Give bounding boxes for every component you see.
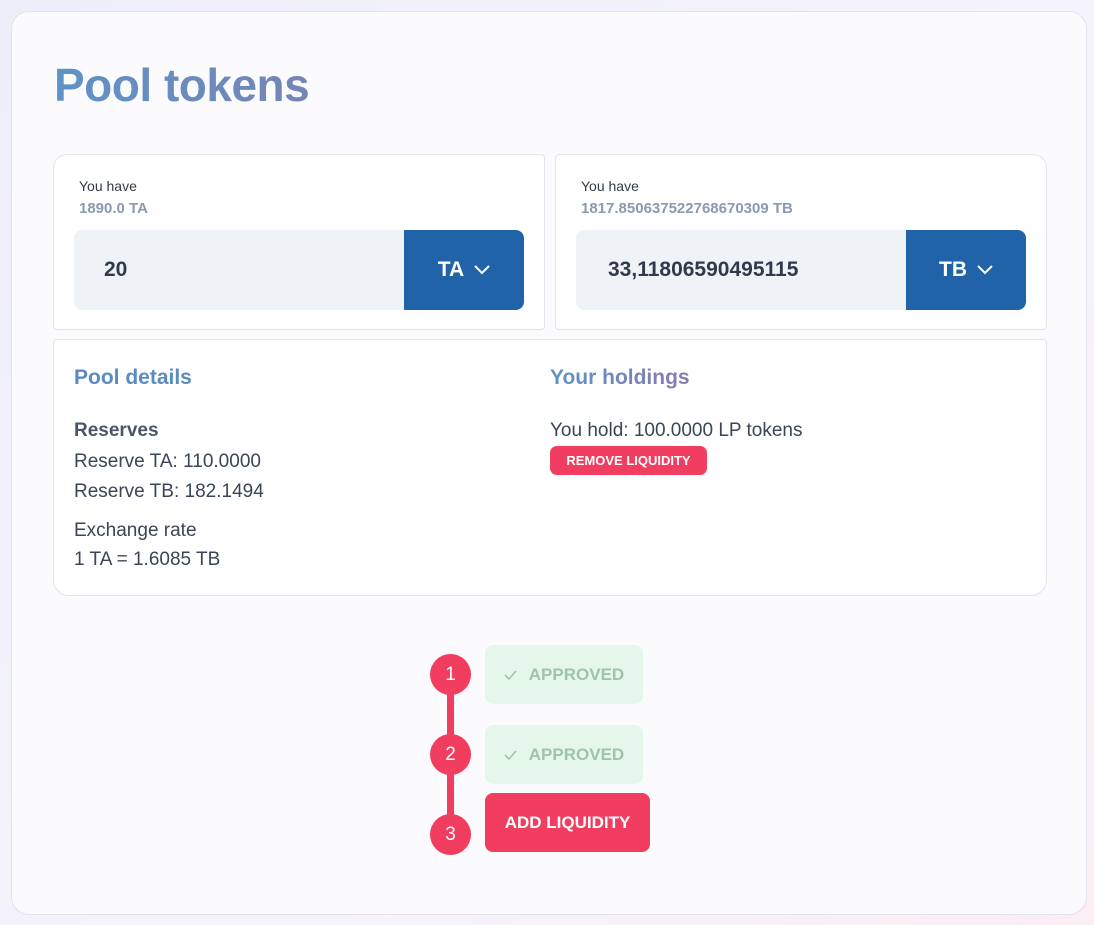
token-a-select-label: TA [437, 258, 465, 281]
check-icon [504, 670, 517, 680]
token-b-balance: 1817.850637522768670309 TB [581, 200, 793, 217]
page-title: Pool tokens [54, 59, 310, 111]
token-a-have-label: You have [79, 178, 137, 194]
token-b-have-label: You have [581, 178, 639, 194]
step-2-label: APPROVED [528, 744, 625, 764]
token-a-balance: 1890.0 TA [79, 200, 148, 217]
token-b-select-button[interactable]: TB [906, 230, 1026, 310]
token-a-select-button[interactable]: TA [404, 230, 524, 310]
step-2-badge: 2 [430, 734, 471, 775]
step-2-approved-button: APPROVED [485, 725, 643, 784]
token-b-amount-input[interactable] [576, 230, 906, 310]
pool-details-title: Pool details [74, 366, 192, 389]
reserves-heading: Reserves [74, 420, 159, 441]
holdings-title: Your holdings [550, 366, 690, 389]
reserve-tb: Reserve TB: 182.1494 [74, 481, 264, 502]
token-b-field: TB [576, 230, 1026, 310]
token-a-amount-input[interactable] [74, 230, 404, 310]
exchange-rate-heading: Exchange rate [74, 520, 197, 541]
check-icon [504, 750, 517, 760]
token-b-panel: You have 1817.850637522768670309 TB TB [555, 154, 1047, 330]
step-3-badge: 3 [430, 814, 471, 855]
chevron-down-icon [977, 265, 993, 275]
token-a-panel: You have 1890.0 TA TA [53, 154, 545, 330]
remove-liquidity-button[interactable]: REMOVE LIQUIDITY [550, 446, 707, 475]
holdings-text: You hold: 100.0000 LP tokens [550, 420, 803, 441]
step-1-approved-button: APPROVED [485, 645, 643, 704]
reserve-ta: Reserve TA: 110.0000 [74, 451, 261, 472]
token-a-field: TA [74, 230, 524, 310]
pool-details-panel: Pool details Reserves Reserve TA: 110.00… [53, 339, 1047, 596]
exchange-rate-value: 1 TA = 1.6085 TB [74, 549, 221, 570]
add-liquidity-button[interactable]: ADD LIQUIDITY [485, 793, 650, 852]
step-1-label: APPROVED [528, 664, 625, 684]
token-b-select-label: TB [939, 258, 967, 281]
step-1-badge: 1 [430, 654, 471, 695]
chevron-down-icon [474, 265, 490, 275]
